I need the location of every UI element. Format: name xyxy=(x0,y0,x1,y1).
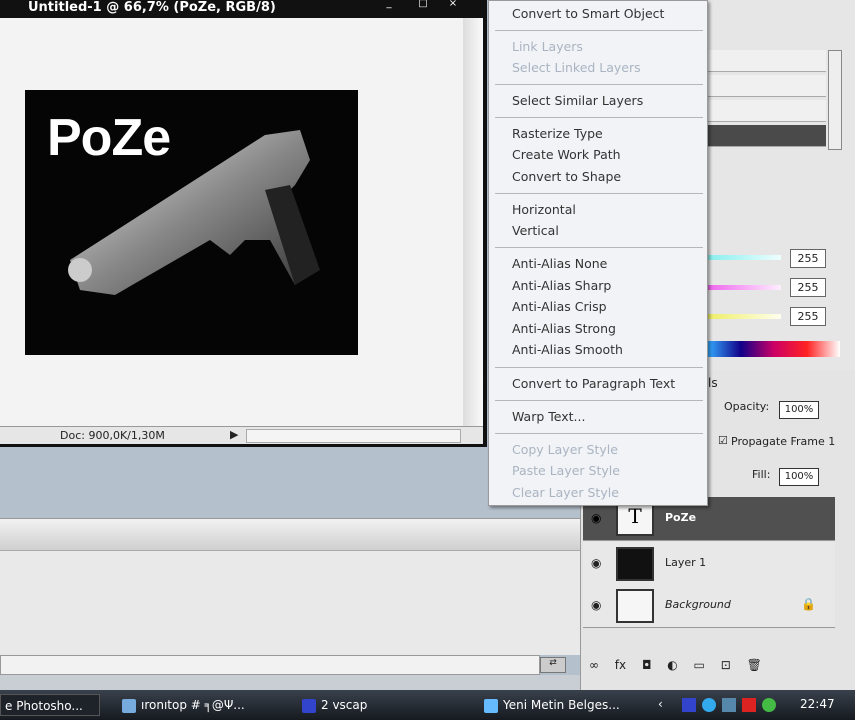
layer-thumbnail xyxy=(616,547,654,581)
cyan-value[interactable]: 255 xyxy=(790,249,826,268)
menu-separator xyxy=(495,193,703,194)
status-bar: Doc: 900,0K/1,30M ▶ xyxy=(0,426,483,444)
layer-name: Background xyxy=(665,598,731,611)
magenta-value[interactable]: 255 xyxy=(790,278,826,297)
layer-thumbnail xyxy=(616,589,654,623)
lower-panel-input[interactable] xyxy=(0,655,540,675)
document-title: Untitled-1 @ 66,7% (PoZe, RGB/8) xyxy=(28,0,276,15)
app-icon xyxy=(302,698,316,713)
menu-item-create-work-path[interactable]: Create Work Path xyxy=(512,147,621,163)
menu-item-copy-layer-style[interactable]: Copy Layer Style xyxy=(512,442,618,458)
panel-row[interactable] xyxy=(708,50,826,72)
menu-item-vertical[interactable]: Vertical xyxy=(512,223,559,239)
menu-separator xyxy=(495,400,703,401)
menu-item-warp-text[interactable]: Warp Text... xyxy=(512,409,585,425)
clock: 22:47 xyxy=(800,697,835,711)
document-icon xyxy=(484,698,498,713)
panel-row[interactable] xyxy=(708,75,826,97)
document-window: Untitled-1 @ 66,7% (PoZe, RGB/8) _ □ × P… xyxy=(0,0,487,447)
tray-expand-icon[interactable]: ‹ xyxy=(658,697,663,711)
layers-footer-icons[interactable]: ∞ fx ◘ ◐ ▭ ⊡ 🗑 xyxy=(589,658,762,672)
menu-separator xyxy=(495,117,703,118)
taskbar-item-label: ıronıtop # ╕@Ψ... xyxy=(141,698,245,712)
menu-item-paste-layer-style[interactable]: Paste Layer Style xyxy=(512,463,620,479)
menu-item-convert-to-smart-object[interactable]: Convert to Smart Object xyxy=(512,6,664,22)
taskbar-item-2[interactable]: ıronıtop # ╕@Ψ... xyxy=(118,694,278,716)
menu-item-rasterize-type[interactable]: Rasterize Type xyxy=(512,126,603,142)
context-menu: Convert to Smart Object Link Layers Sele… xyxy=(488,0,708,506)
menu-item-anti-alias-sharp[interactable]: Anti-Alias Sharp xyxy=(512,278,611,294)
network-icon[interactable] xyxy=(722,698,736,712)
lock-icon: 🔒 xyxy=(801,597,816,611)
tray-icon[interactable] xyxy=(682,698,696,712)
user-icon[interactable] xyxy=(762,698,776,712)
lower-panel-footer xyxy=(0,675,580,690)
pdf-icon[interactable] xyxy=(742,698,756,712)
magenta-slider[interactable] xyxy=(708,285,781,290)
layer-row[interactable]: ◉ Background 🔒 xyxy=(583,584,835,628)
menu-item-convert-to-shape[interactable]: Convert to Shape xyxy=(512,169,621,185)
menu-item-select-linked-layers[interactable]: Select Linked Layers xyxy=(512,60,641,76)
tray-icon[interactable] xyxy=(702,698,716,712)
taskbar-item-photoshop[interactable]: e Photosho... xyxy=(0,694,100,716)
maximize-button[interactable]: □ xyxy=(414,0,432,9)
panel-row-selected[interactable] xyxy=(708,125,826,147)
fill-label: Fill: xyxy=(752,468,771,481)
color-ramp[interactable] xyxy=(708,341,840,357)
propagate-frame-checkbox[interactable]: ☑ xyxy=(718,434,728,447)
pistol-graphic xyxy=(68,130,320,295)
horizontal-scrollbar[interactable] xyxy=(246,429,461,443)
vertical-scrollbar[interactable] xyxy=(463,18,483,426)
canvas-image: PoZe xyxy=(25,90,358,355)
status-menu-arrow[interactable]: ▶ xyxy=(230,428,238,441)
menu-item-anti-alias-smooth[interactable]: Anti-Alias Smooth xyxy=(512,342,623,358)
layers-tab[interactable]: ls xyxy=(708,376,718,390)
taskbar-item-vscap[interactable]: 2 vscap xyxy=(298,694,448,716)
menu-separator xyxy=(495,30,703,31)
menu-item-anti-alias-none[interactable]: Anti-Alias None xyxy=(512,256,607,272)
opacity-label: Opacity: xyxy=(724,400,770,413)
layer-name: Layer 1 xyxy=(665,556,707,569)
opacity-field[interactable]: 100% xyxy=(779,401,819,419)
menu-item-anti-alias-strong[interactable]: Anti-Alias Strong xyxy=(512,321,616,337)
yellow-value[interactable]: 255 xyxy=(790,307,826,326)
close-button[interactable]: × xyxy=(444,0,462,9)
taskbar-item-label: Yeni Metin Belges... xyxy=(503,698,620,712)
panel-row[interactable] xyxy=(708,100,826,122)
eye-icon[interactable]: ◉ xyxy=(591,598,601,612)
eye-icon[interactable]: ◉ xyxy=(591,556,601,570)
text-layer-thumbnail: T xyxy=(616,502,654,536)
menu-item-anti-alias-crisp[interactable]: Anti-Alias Crisp xyxy=(512,299,607,315)
menu-separator xyxy=(495,433,703,434)
propagate-frame-label: Propagate Frame 1 xyxy=(731,435,836,448)
eye-icon[interactable]: ◉ xyxy=(591,511,601,525)
menu-item-clear-layer-style[interactable]: Clear Layer Style xyxy=(512,485,619,501)
yellow-slider[interactable] xyxy=(708,314,781,319)
lower-panel-header xyxy=(0,518,580,550)
menu-item-link-layers[interactable]: Link Layers xyxy=(512,39,583,55)
taskbar: e Photosho... ıronıtop # ╕@Ψ... 2 vscap … xyxy=(0,690,855,720)
menu-item-horizontal[interactable]: Horizontal xyxy=(512,202,576,218)
menu-separator xyxy=(495,247,703,248)
lower-panel-button[interactable]: ⇄ xyxy=(540,657,566,673)
cyan-slider[interactable] xyxy=(708,255,781,260)
fill-field[interactable]: 100% xyxy=(779,468,819,486)
app-icon xyxy=(122,698,136,713)
layer-row[interactable]: ◉ Layer 1 xyxy=(583,542,835,586)
lower-panel-body xyxy=(0,550,580,655)
taskbar-item-notepad[interactable]: Yeni Metin Belges... xyxy=(480,694,630,716)
layer-name: PoZe xyxy=(665,511,697,524)
menu-item-convert-to-paragraph-text[interactable]: Convert to Paragraph Text xyxy=(512,376,675,392)
minimize-button[interactable]: _ xyxy=(380,0,398,9)
document-size-info: Doc: 900,0K/1,30M xyxy=(60,429,165,442)
menu-item-select-similar-layers[interactable]: Select Similar Layers xyxy=(512,93,643,109)
taskbar-item-label: 2 vscap xyxy=(321,698,368,712)
canvas[interactable]: PoZe xyxy=(0,18,463,426)
menu-separator xyxy=(495,84,703,85)
panel-scrollbar[interactable] xyxy=(828,50,842,150)
menu-separator xyxy=(495,367,703,368)
